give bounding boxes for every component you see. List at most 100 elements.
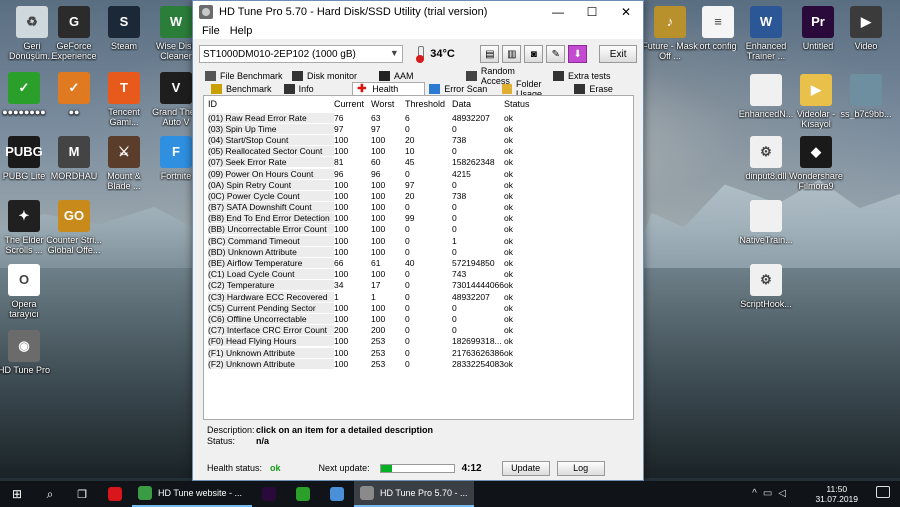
table-row[interactable]: (F2) Unknown Attribute 100 253 0 28332254083…	[204, 358, 633, 369]
table-row[interactable]: (03) Spin Up Time 97 97 0 0 ok	[204, 123, 633, 134]
copy-info-button[interactable]: ▤	[480, 45, 500, 63]
desktop-icon-left-13[interactable]: GO Counter Stri... Global Offe...	[46, 200, 102, 255]
options-button[interactable]: ✎	[546, 45, 566, 63]
tab-erase[interactable]: Erase	[570, 82, 643, 95]
table-row[interactable]: (C5) Current Pending Sector 100 100 0 0 ok	[204, 302, 633, 313]
table-row[interactable]: (01) Raw Read Error Rate 76 63 6 48932207 ok	[204, 112, 633, 123]
desktop-icon-left-2[interactable]: S Steam	[96, 6, 152, 51]
desktop-icon-right-4[interactable]: ▶ Video	[838, 6, 894, 51]
tab-health[interactable]: ✚ Health	[352, 82, 426, 95]
table-row[interactable]: (F1) Unknown Attribute 100 253 0 21763626386…	[204, 347, 633, 358]
tab-folder-usage[interactable]: Folder Usage	[498, 79, 571, 99]
log-button[interactable]: Log	[556, 460, 605, 476]
taskbar-monitor-app[interactable]	[320, 481, 354, 507]
clock[interactable]: 11:50 31.07.2019	[815, 484, 858, 504]
cell-status: ok	[504, 190, 513, 201]
elder-scrolls-icon: ✦	[8, 200, 40, 232]
cell-current: 34	[334, 280, 344, 291]
geforce-icon: G	[58, 6, 90, 38]
desktop-icon-left-14[interactable]: O Opera tarayıcı	[0, 264, 52, 319]
maximize-button[interactable]: ☐	[575, 1, 609, 23]
taskbar-opera-taskbar[interactable]	[98, 481, 132, 507]
table-row[interactable]: (C3) Hardware ECC Recovered 1 1 0 48932207 ok	[204, 291, 633, 302]
column-header-status[interactable]: Status	[504, 99, 544, 109]
column-header-worst[interactable]: Worst	[371, 99, 405, 109]
menu-help[interactable]: Help	[225, 25, 258, 37]
table-row[interactable]: (C2) Temperature 34 17 0 73014444066 ok	[204, 280, 633, 291]
table-row[interactable]: (BC) Command Timeout 100 100 0 1 ok	[204, 235, 633, 246]
desktop-icon-left-5[interactable]: ✓ ●●	[46, 72, 102, 117]
table-row[interactable]: (0A) Spin Retry Count 100 100 97 0 ok	[204, 179, 633, 190]
minimize-button[interactable]: —	[541, 1, 575, 23]
desktop-icon-right-11[interactable]: ⚙ ScriptHook...	[738, 264, 794, 309]
table-row[interactable]: (BE) Airflow Temperature 66 61 40 572194850 o…	[204, 257, 633, 269]
table-row[interactable]: (0C) Power Cycle Count 100 100 20 738 ok	[204, 190, 633, 201]
desktop-icon-left-9[interactable]: M MORDHAU	[46, 136, 102, 181]
desktop-icon-left-6[interactable]: T Tencent Gami...	[96, 72, 152, 127]
start-button[interactable]: ⊞	[0, 481, 34, 507]
table-row[interactable]: (05) Reallocated Sector Count 100 100 10 0 ok	[204, 146, 633, 157]
tab-error-scan[interactable]: Error Scan	[425, 82, 498, 95]
desktop-icon-right-6[interactable]: ▶ Videolar - Kısayol	[788, 74, 844, 129]
exit-button[interactable]: Exit	[599, 45, 638, 63]
next-update-label: Next update:	[318, 463, 370, 473]
tab-file-benchmark[interactable]: File Benchmark	[201, 69, 288, 82]
cell-worst: 1	[371, 291, 376, 302]
cell-current: 100	[334, 358, 349, 369]
save-button[interactable]: ⬇	[568, 45, 588, 63]
table-row[interactable]: (C7) Interface CRC Error Count 200 200 0 0 ok	[204, 325, 633, 336]
desktop-icon-right-8[interactable]: ⚙ dinput8.dll	[738, 136, 794, 181]
table-row[interactable]: (B8) End To End Error Detection 100 100 99 0…	[204, 213, 633, 224]
network-icon[interactable]: ▭	[763, 488, 778, 499]
chevron-up-icon[interactable]: ^	[752, 488, 763, 499]
tab-benchmark[interactable]: Benchmark	[207, 82, 280, 95]
taskbar-premiere-taskbar[interactable]	[252, 481, 286, 507]
table-row[interactable]: (C1) Load Cycle Count 100 100 0 743 ok	[204, 269, 633, 280]
update-button[interactable]: Update	[501, 460, 550, 476]
search-button[interactable]: ⌕	[34, 481, 66, 507]
desktop-icon-left-4[interactable]: ✓ ●●●●●●●●	[0, 72, 52, 117]
screenshot-button[interactable]: ◙	[524, 45, 544, 63]
copy-text-button[interactable]: ▥	[502, 45, 522, 63]
desktop-icon-left-12[interactable]: ✦ The Elder Scrolls ...	[0, 200, 52, 255]
table-row[interactable]: (BB) Uncorrectable Error Count 100 100 0 0 ok	[204, 224, 633, 235]
taskbar-xbox[interactable]	[286, 481, 320, 507]
table-row[interactable]: (B7) SATA Downshift Count 100 100 0 0 ok	[204, 202, 633, 213]
desktop-icon-left-15[interactable]: ◉ HD Tune Pro	[0, 330, 52, 375]
table-row[interactable]: (07) Seek Error Rate 81 60 45 158262348 ok	[204, 157, 633, 168]
volume-icon[interactable]: ◁	[778, 488, 792, 499]
table-row[interactable]: (04) Start/Stop Count 100 100 20 738 ok	[204, 134, 633, 145]
column-header-id[interactable]: ID	[208, 99, 334, 109]
desktop-icon-right-9[interactable]: ◆ Wondershare Filmora9	[788, 136, 844, 191]
cell-worst: 100	[371, 269, 386, 280]
desktop-icon-right-5[interactable]: EnhancedN...	[738, 74, 794, 119]
table-row[interactable]: (C6) Offline Uncorrectable 100 100 0 0 ok	[204, 313, 633, 324]
column-header-current[interactable]: Current	[334, 99, 371, 109]
desktop-icon-right-10[interactable]: NativeTrain...	[738, 200, 794, 245]
table-row[interactable]: (09) Power On Hours Count 96 96 0 4215 ok	[204, 168, 633, 179]
cell-id: (04) Start/Stop Count	[208, 134, 334, 145]
close-button[interactable]: ✕	[609, 1, 643, 23]
info-icon	[283, 83, 295, 94]
cell-data: 0	[452, 202, 457, 213]
column-header-threshold[interactable]: Threshold	[405, 99, 452, 109]
table-row[interactable]: (F0) Head Flying Hours 100 253 0 182699318..…	[204, 336, 633, 347]
drive-select[interactable]: ST1000DM010-2EP102 (1000 gB) ▼	[199, 45, 403, 63]
desktop-icon-left-1[interactable]: G GeForce Experience	[46, 6, 102, 61]
table-row[interactable]: (BD) Unknown Attribute 100 100 0 0 ok	[204, 246, 633, 257]
tab-aam[interactable]: AAM	[375, 69, 462, 82]
menu-file[interactable]: File	[197, 25, 225, 37]
taskbar-hd-tune-taskbar[interactable]: HD Tune Pro 5.70 - ...	[354, 481, 474, 507]
taskbar-chrome[interactable]: HD Tune website - ...	[132, 481, 252, 507]
desktop-icon-left-8[interactable]: PUBG PUBG Lite	[0, 136, 52, 181]
desktop-icon-left-10[interactable]: ⚔ Mount & Blade ...	[96, 136, 152, 191]
notification-center-icon[interactable]	[876, 486, 890, 498]
desktop-icon-right-2[interactable]: W Enhanced Trainer ...	[738, 6, 794, 61]
cell-worst: 60	[371, 157, 381, 168]
title-bar[interactable]: HD Tune Pro 5.70 - Hard Disk/SSD Utility…	[193, 1, 643, 23]
column-header-data[interactable]: Data	[452, 99, 504, 109]
tab-info[interactable]: Info	[280, 82, 353, 95]
task-view-button[interactable]: ❐	[66, 481, 98, 507]
tab-disk-monitor[interactable]: Disk monitor	[288, 69, 375, 82]
desktop-icon-right-7[interactable]: ss_b7c9bb...	[838, 74, 894, 119]
